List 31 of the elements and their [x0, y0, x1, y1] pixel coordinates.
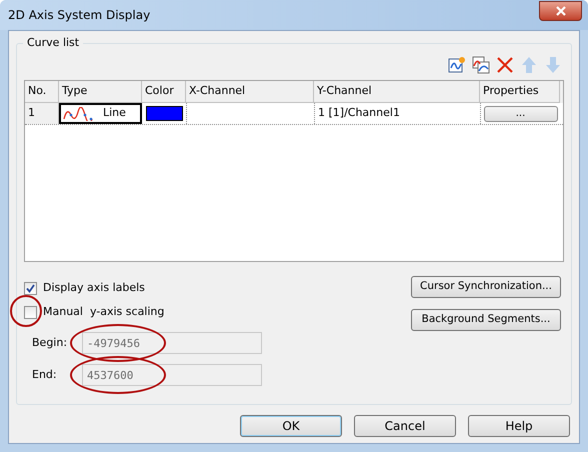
window-title: 2D Axis System Display [8, 7, 150, 24]
dialog-button[interactable]: Cursor Synchronization... [411, 276, 561, 298]
table-cell-text: 1 [1]/Channel1 [318, 105, 400, 122]
dialog-button[interactable]: OK [240, 415, 342, 437]
table-cell-text: Line [103, 105, 126, 122]
column-header: Y-Channel [314, 81, 480, 103]
copy-curve-icon[interactable] [472, 56, 490, 74]
new-curve-icon[interactable] [448, 56, 466, 74]
line-curve-icon [63, 106, 93, 120]
table-row[interactable]: 1 Line 1 [1]/Channel1 ... [25, 103, 563, 125]
field-label: End: [31, 366, 58, 383]
close-button[interactable] [539, 1, 582, 21]
table-cell: 1 [25, 103, 59, 124]
dialog-button[interactable]: Cancel [354, 415, 456, 437]
delete-icon[interactable] [496, 56, 514, 74]
column-header: Type [59, 81, 142, 103]
checkbox[interactable] [24, 306, 37, 318]
color-swatch[interactable] [146, 106, 182, 121]
dialog-button[interactable]: Background Segments... [411, 309, 561, 331]
column-header: Color [142, 81, 186, 103]
properties-button[interactable]: ... [484, 106, 558, 122]
checkbox-label: Manual y-axis scaling [43, 304, 164, 320]
check-icon [26, 284, 35, 292]
annotation-ellipse [10, 295, 42, 327]
column-header: Properties [480, 81, 560, 103]
checkbox-label: Display axis labels [43, 280, 145, 296]
dialog-button[interactable]: Help [468, 415, 570, 437]
close-icon [556, 6, 566, 16]
checkbox[interactable] [24, 282, 37, 294]
field-label: Begin: [31, 334, 68, 351]
column-header: X-Channel [186, 81, 314, 103]
